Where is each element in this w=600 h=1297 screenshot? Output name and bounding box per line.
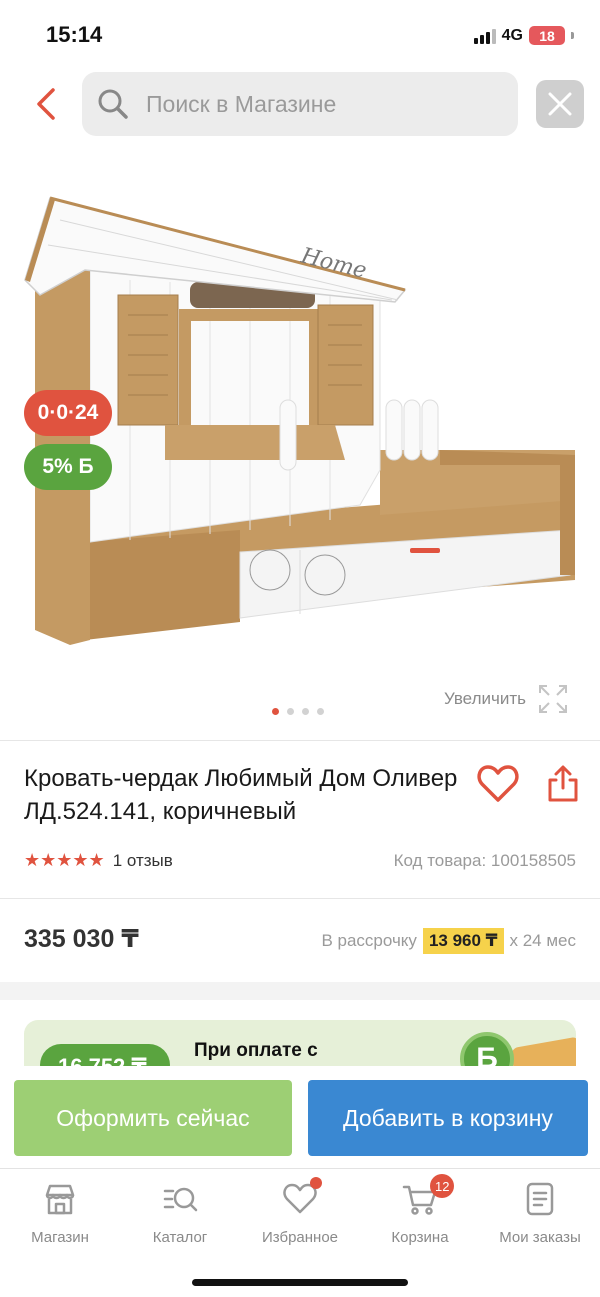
status-indicators: 4G 18: [473, 26, 574, 45]
catalog-search-icon: [163, 1187, 198, 1212]
nav-item-orders[interactable]: Мои заказы: [480, 1169, 600, 1258]
heart-icon: [477, 765, 519, 802]
share-icon: [548, 765, 578, 802]
store-icon: [45, 1184, 75, 1215]
nav-label: Мои заказы: [499, 1229, 581, 1246]
network-type: 4G: [501, 26, 523, 44]
nav-item-catalog[interactable]: Каталог: [120, 1169, 240, 1258]
installment-suffix: х 24 мес: [509, 931, 577, 950]
gallery-dot[interactable]: [317, 708, 324, 715]
installment-prefix: В рассрочку: [321, 931, 417, 950]
product-title: Кровать-чердак Любимый Дом Оливер ЛД.524…: [24, 765, 458, 825]
bottom-navigation: Магазин Каталог Избранное 12 Корзина Мои…: [0, 1168, 600, 1258]
favorite-button[interactable]: [476, 764, 524, 806]
favorites-indicator: [310, 1177, 322, 1189]
divider: [0, 898, 600, 899]
star-rating-icon: ★★★★★: [24, 850, 105, 870]
gallery-dot-active[interactable]: [272, 708, 279, 715]
nav-label: Корзина: [391, 1229, 449, 1246]
status-time: 15:14: [46, 22, 103, 47]
battery-tip: [571, 32, 574, 39]
nav-label: Магазин: [31, 1229, 89, 1246]
nav-item-store[interactable]: Магазин: [0, 1169, 120, 1258]
home-indicator[interactable]: [192, 1279, 408, 1286]
gallery-dot[interactable]: [302, 708, 309, 715]
orders-icon: [526, 1182, 554, 1216]
zoom-label: Увеличить: [444, 689, 526, 708]
nav-item-cart[interactable]: 12 Корзина: [360, 1169, 480, 1258]
cart-count-badge: 12: [430, 1174, 455, 1198]
section-separator: [0, 982, 600, 1000]
signal-icon: [473, 28, 496, 44]
close-icon: [548, 92, 572, 116]
add-to-cart-button[interactable]: Добавить в корзину: [308, 1080, 588, 1156]
buy-now-button[interactable]: Оформить сейчас: [14, 1080, 292, 1156]
bonus-badge: 5% Б: [24, 444, 112, 490]
chevron-left-icon: [37, 88, 55, 120]
nav-label: Каталог: [152, 1229, 208, 1246]
search-bar[interactable]: [82, 72, 518, 136]
nav-label: Избранное: [261, 1229, 339, 1246]
promo-text: При оплате с: [194, 1040, 318, 1061]
installment-amount: 13 960 ₸: [422, 928, 504, 954]
gallery-pagination: [272, 708, 324, 715]
share-button[interactable]: [546, 764, 580, 804]
search-icon: [98, 89, 128, 119]
zoom-button[interactable]: Увеличить: [444, 684, 568, 714]
status-bar: 15:14 4G 18: [0, 0, 600, 70]
gallery-dot[interactable]: [287, 708, 294, 715]
installment-badge: 0·0·24: [24, 390, 112, 436]
battery-level: 18: [539, 27, 555, 44]
installment-info[interactable]: В рассрочку 13 960 ₸ х 24 мес: [321, 928, 576, 954]
rating[interactable]: ★★★★★ 1 отзыв: [24, 850, 173, 871]
search-input[interactable]: [146, 90, 506, 118]
reviews-count[interactable]: 1 отзыв: [113, 851, 173, 871]
expand-icon: [539, 685, 567, 713]
action-bar: Оформить сейчас Добавить в корзину: [0, 1066, 600, 1168]
close-button[interactable]: [536, 80, 584, 128]
product-sku: Код товара: 100158505: [393, 851, 576, 870]
battery-icon: 18: [529, 26, 565, 45]
back-button[interactable]: [26, 84, 66, 124]
divider: [0, 740, 600, 741]
nav-item-favorites[interactable]: Избранное: [240, 1169, 360, 1258]
product-price: 335 030 ₸: [24, 925, 139, 953]
